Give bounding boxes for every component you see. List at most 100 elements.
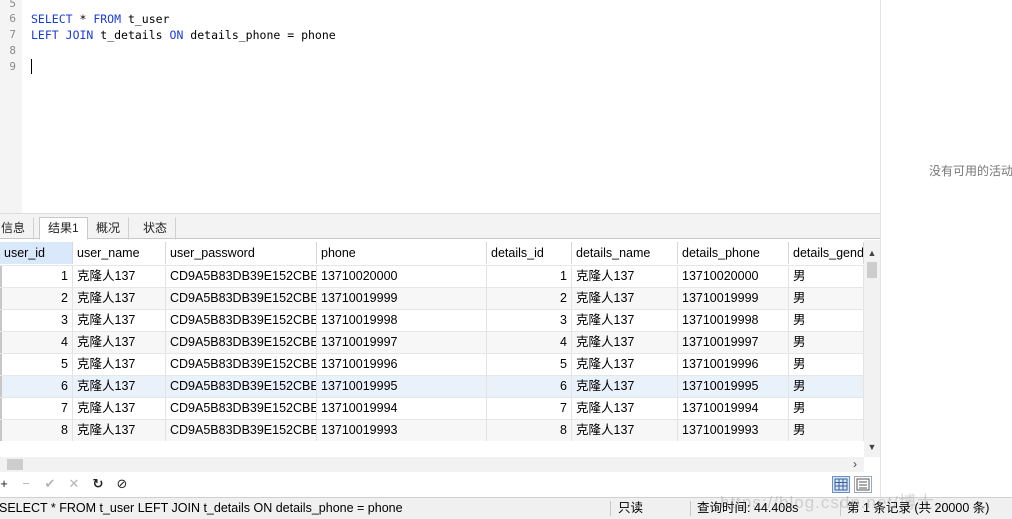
cell-details-gender[interactable]: 男 xyxy=(789,398,864,419)
table-row[interactable]: 8 克隆人137 CD9A5B83DB39E152CBE7 13710019993 8 克… xyxy=(0,419,864,441)
table-row[interactable]: 7 克隆人137 CD9A5B83DB39E152CBE7 13710019994 7 克… xyxy=(0,397,864,419)
cell-user-id[interactable]: 5 xyxy=(0,354,73,375)
cell-details-name[interactable]: 克隆人137 xyxy=(572,354,678,375)
cell-phone[interactable]: 13710019995 xyxy=(317,376,487,397)
cell-phone[interactable]: 13710019998 xyxy=(317,310,487,331)
column-header-details-phone[interactable]: details_phone xyxy=(678,242,789,264)
cell-user-id[interactable]: 1 xyxy=(0,266,73,287)
cell-user-id[interactable]: 4 xyxy=(0,332,73,353)
delete-row-icon[interactable]: − xyxy=(18,476,34,492)
cell-user-name[interactable]: 克隆人137 xyxy=(73,310,166,331)
table-row[interactable]: 6 克隆人137 CD9A5B83DB39E152CBE7 13710019995 6 克… xyxy=(0,375,864,397)
cell-details-name[interactable]: 克隆人137 xyxy=(572,266,678,287)
table-row[interactable]: 3 克隆人137 CD9A5B83DB39E152CBE7 13710019998 3 克… xyxy=(0,309,864,331)
tab-result1[interactable]: 结果1 xyxy=(39,217,88,240)
cell-details-id[interactable]: 3 xyxy=(487,310,572,331)
cell-details-id[interactable]: 1 xyxy=(487,266,572,287)
cell-user-password[interactable]: CD9A5B83DB39E152CBE7 xyxy=(166,288,317,309)
cell-details-name[interactable]: 克隆人137 xyxy=(572,398,678,419)
column-header-user-id[interactable]: user_id xyxy=(0,242,73,264)
cell-user-password[interactable]: CD9A5B83DB39E152CBE7 xyxy=(166,310,317,331)
cell-user-password[interactable]: CD9A5B83DB39E152CBE7 xyxy=(166,376,317,397)
result-grid[interactable]: user_id user_name user_password phone de… xyxy=(0,240,864,441)
column-header-user-password[interactable]: user_password xyxy=(166,242,317,264)
cell-user-password[interactable]: CD9A5B83DB39E152CBE7 xyxy=(166,332,317,353)
table-row[interactable]: 5 克隆人137 CD9A5B83DB39E152CBE7 13710019996 5 克… xyxy=(0,353,864,375)
cell-user-name[interactable]: 克隆人137 xyxy=(73,376,166,397)
cell-details-id[interactable]: 8 xyxy=(487,420,572,441)
cell-details-id[interactable]: 2 xyxy=(487,288,572,309)
cell-phone[interactable]: 13710019993 xyxy=(317,420,487,441)
horizontal-scrollbar[interactable]: › xyxy=(0,457,864,472)
cell-user-id[interactable]: 2 xyxy=(0,288,73,309)
scroll-up-icon[interactable]: ▲ xyxy=(864,246,880,260)
cell-details-id[interactable]: 5 xyxy=(487,354,572,375)
cell-phone[interactable]: 13710019994 xyxy=(317,398,487,419)
column-header-details-id[interactable]: details_id xyxy=(487,242,572,264)
cell-details-id[interactable]: 6 xyxy=(487,376,572,397)
code-line-7[interactable]: LEFT JOIN t_details ON details_phone = p… xyxy=(31,27,336,43)
cell-details-phone[interactable]: 13710019997 xyxy=(678,332,789,353)
apply-changes-icon[interactable]: ✔ xyxy=(42,476,58,492)
cell-details-gender[interactable]: 男 xyxy=(789,332,864,353)
cell-details-id[interactable]: 4 xyxy=(487,332,572,353)
discard-changes-icon[interactable]: ✕ xyxy=(66,476,82,492)
code-line-6[interactable]: SELECT * FROM t_user xyxy=(31,11,170,27)
scrollbar-thumb[interactable] xyxy=(867,262,877,278)
table-row[interactable]: 1 克隆人137 CD9A5B83DB39E152CBE7 13710020000 1 克… xyxy=(0,265,864,287)
vertical-scrollbar[interactable]: ▲ ▼ xyxy=(864,240,880,457)
table-row[interactable]: 2 克隆人137 CD9A5B83DB39E152CBE7 13710019999 2 克… xyxy=(0,287,864,309)
cell-details-name[interactable]: 克隆人137 xyxy=(572,376,678,397)
cell-phone[interactable]: 13710019996 xyxy=(317,354,487,375)
cell-details-gender[interactable]: 男 xyxy=(789,288,864,309)
cell-details-phone[interactable]: 13710019996 xyxy=(678,354,789,375)
cell-details-name[interactable]: 克隆人137 xyxy=(572,310,678,331)
tab-status[interactable]: 状态 xyxy=(134,217,177,240)
grid-view-icon[interactable] xyxy=(832,476,850,493)
cell-phone[interactable]: 13710019997 xyxy=(317,332,487,353)
cell-user-password[interactable]: CD9A5B83DB39E152CBE7 xyxy=(166,266,317,287)
sql-editor[interactable]: 5 6 7 8 9 SELECT * FROM t_user LEFT JOIN… xyxy=(0,0,880,213)
cell-phone[interactable]: 13710019999 xyxy=(317,288,487,309)
cell-user-name[interactable]: 克隆人137 xyxy=(73,288,166,309)
stop-icon[interactable]: ⊘ xyxy=(114,476,130,492)
cell-user-password[interactable]: CD9A5B83DB39E152CBE7 xyxy=(166,398,317,419)
cell-user-name[interactable]: 克隆人137 xyxy=(73,398,166,419)
cell-user-id[interactable]: 3 xyxy=(0,310,73,331)
cell-details-phone[interactable]: 13710019993 xyxy=(678,420,789,441)
cell-user-password[interactable]: CD9A5B83DB39E152CBE7 xyxy=(166,354,317,375)
cell-phone[interactable]: 13710020000 xyxy=(317,266,487,287)
cell-user-id[interactable]: 7 xyxy=(0,398,73,419)
cell-details-id[interactable]: 7 xyxy=(487,398,572,419)
cell-details-gender[interactable]: 男 xyxy=(789,310,864,331)
column-header-details-gender[interactable]: details_gend xyxy=(789,242,864,264)
form-view-icon[interactable] xyxy=(854,476,872,493)
cell-user-name[interactable]: 克隆人137 xyxy=(73,420,166,441)
cell-user-password[interactable]: CD9A5B83DB39E152CBE7 xyxy=(166,420,317,441)
add-row-icon[interactable]: + xyxy=(0,476,12,492)
cell-details-name[interactable]: 克隆人137 xyxy=(572,420,678,441)
tab-info[interactable]: 信息 xyxy=(0,217,35,240)
cell-details-phone[interactable]: 13710019995 xyxy=(678,376,789,397)
column-header-phone[interactable]: phone xyxy=(317,242,487,264)
cell-details-gender[interactable]: 男 xyxy=(789,354,864,375)
cell-user-id[interactable]: 6 xyxy=(0,376,73,397)
cell-user-name[interactable]: 克隆人137 xyxy=(73,354,166,375)
cell-details-phone[interactable]: 13710019994 xyxy=(678,398,789,419)
cell-details-name[interactable]: 克隆人137 xyxy=(572,288,678,309)
scroll-right-icon[interactable]: › xyxy=(848,457,862,472)
cell-user-id[interactable]: 8 xyxy=(0,420,73,441)
scrollbar-thumb[interactable] xyxy=(7,459,23,470)
cell-details-gender[interactable]: 男 xyxy=(789,376,864,397)
cell-details-phone[interactable]: 13710019998 xyxy=(678,310,789,331)
cell-user-name[interactable]: 克隆人137 xyxy=(73,266,166,287)
column-header-details-name[interactable]: details_name xyxy=(572,242,678,264)
table-row[interactable]: 4 克隆人137 CD9A5B83DB39E152CBE7 13710019997 4 克… xyxy=(0,331,864,353)
cell-details-phone[interactable]: 13710019999 xyxy=(678,288,789,309)
tab-profile[interactable]: 概况 xyxy=(87,217,130,240)
refresh-icon[interactable]: ↻ xyxy=(90,476,106,492)
cell-details-phone[interactable]: 13710020000 xyxy=(678,266,789,287)
scroll-down-icon[interactable]: ▼ xyxy=(864,440,880,454)
cell-details-gender[interactable]: 男 xyxy=(789,266,864,287)
cell-details-gender[interactable]: 男 xyxy=(789,420,864,441)
